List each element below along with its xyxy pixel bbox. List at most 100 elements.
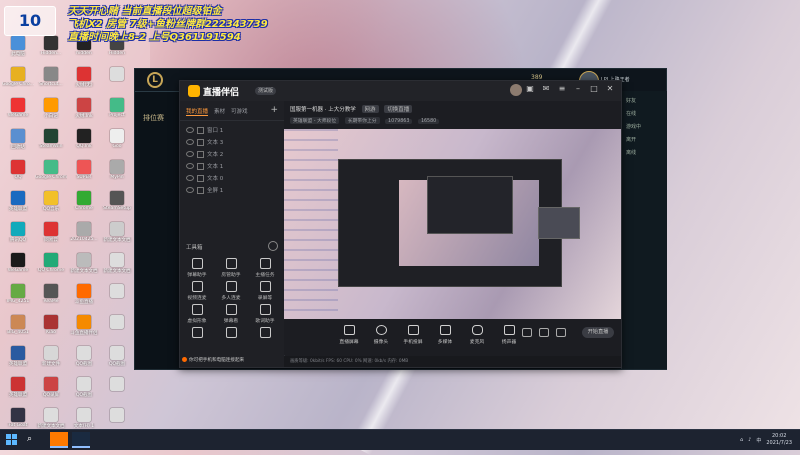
volume-icon[interactable]: ♪ [748, 437, 751, 443]
media-button[interactable]: 多媒体 [435, 325, 455, 345]
desktop-icon[interactable]: 英雄联盟 [2, 344, 34, 375]
desktop-icon[interactable]: 20210425... [68, 220, 100, 251]
tool-item[interactable]: 录屏等 [248, 279, 282, 302]
eye-icon[interactable] [186, 175, 194, 181]
start-stream-button[interactable]: 开始直播 [582, 327, 614, 338]
windows-start-icon[interactable] [6, 434, 17, 445]
tool-item[interactable]: 弹幕看 [214, 302, 248, 325]
desktop-icon[interactable]: 英雄联盟 [2, 189, 34, 220]
desktop-icon[interactable]: Goo [101, 127, 133, 158]
lol-social-item[interactable]: 离开 [626, 136, 663, 143]
lock-icon[interactable] [197, 138, 204, 146]
mail-icon[interactable]: ✉ [541, 84, 551, 94]
desktop-icon[interactable]: 新建文本文档 [101, 220, 133, 251]
eye-icon[interactable] [539, 328, 549, 337]
source-item[interactable]: 文本 0 [180, 172, 284, 184]
lock-icon[interactable] [197, 150, 204, 158]
taskbar-app-lol-icon[interactable] [72, 432, 90, 448]
desktop-icon[interactable]: QQ截图 [101, 344, 133, 375]
desktop-icon[interactable]: WeGame [2, 251, 34, 282]
screen-capture-button[interactable]: 直播屏幕 [339, 325, 359, 345]
desktop-icon[interactable]: 斗鱼直播 [68, 282, 100, 313]
tool-item[interactable] [248, 325, 282, 348]
lock-icon[interactable] [197, 174, 204, 182]
user-avatar[interactable] [510, 84, 522, 96]
tool-item[interactable]: 房管助手 [214, 256, 248, 279]
network-icon[interactable]: ⌂ [740, 437, 743, 443]
desktop-icon[interactable]: IMG_4251 [2, 282, 34, 313]
add-source-button[interactable]: + [270, 105, 278, 115]
speaker-button[interactable]: 扬声器 [499, 325, 519, 345]
desktop-icon[interactable]: BIG_4051 [2, 313, 34, 344]
desktop-icon[interactable]: QQ [2, 158, 34, 189]
lock-icon[interactable] [197, 126, 204, 134]
tool-item[interactable] [180, 325, 214, 348]
room-title-text[interactable]: 国服第一机器 · 上大分教学 [290, 107, 356, 113]
lock-icon[interactable] [197, 186, 204, 194]
eye-icon[interactable] [186, 187, 194, 193]
maximize-icon[interactable]: □ [589, 84, 599, 94]
close-icon[interactable]: ✕ [605, 84, 615, 94]
source-item[interactable]: 全屏 1 [180, 184, 284, 196]
desktop-icon[interactable]: SteamWin [35, 127, 67, 158]
desktop-icon[interactable]: Shortcut... [35, 65, 67, 96]
tab-material[interactable]: 素材 [214, 107, 225, 116]
tab-my-live[interactable]: 我的直播 [186, 107, 209, 116]
desktop-icon[interactable]: Kiao [35, 313, 67, 344]
desktop-icon[interactable]: QQ Chrome [35, 251, 67, 282]
minimize-icon[interactable]: – [573, 84, 583, 94]
settings-icon[interactable] [556, 328, 566, 337]
clock[interactable]: 20:02 2021/7/23 [766, 433, 792, 447]
desktop-icon[interactable]: QQ音乐 [35, 189, 67, 220]
menu-icon[interactable]: ≡ [557, 84, 567, 94]
lol-social-item[interactable]: 好友 [626, 97, 663, 104]
desktop-icon[interactable] [101, 65, 133, 96]
gear-icon[interactable] [268, 241, 278, 251]
search-icon[interactable]: ⌕ [27, 434, 32, 444]
gift-icon[interactable]: ▣ [525, 84, 535, 94]
desktop-icon[interactable]: 新建文本文档 [68, 251, 100, 282]
desktop-icon[interactable]: 腾讯QQ [2, 220, 34, 251]
room-category-tag[interactable]: 网游 [361, 105, 379, 113]
source-item[interactable]: 文本 3 [180, 136, 284, 148]
switch-room-button[interactable]: 切换直播 [384, 105, 413, 113]
eye-icon[interactable] [186, 151, 194, 157]
taskbar-app-douyu-icon[interactable] [50, 432, 68, 448]
source-item[interactable]: 文本 1 [180, 160, 284, 172]
desktop-icon[interactable]: 回收站 [2, 127, 34, 158]
desktop-icon[interactable]: 斗鱼直播伴侣 [68, 313, 100, 344]
desktop-icon[interactable]: Google Chro... [2, 65, 34, 96]
tool-item[interactable]: 视频连麦 [180, 279, 214, 302]
desktop-icon[interactable]: MyPin [101, 158, 133, 189]
tool-item[interactable]: 虚拟形象 [180, 302, 214, 325]
game-chip[interactable]: 英雄联盟 - 大师段位 [290, 117, 340, 124]
desktop-icon[interactable]: QQ截图 [68, 344, 100, 375]
tool-item[interactable]: 多人连麦 [214, 279, 248, 302]
stream-preview[interactable] [284, 129, 621, 319]
eye-icon[interactable] [186, 127, 194, 133]
tool-item[interactable]: 歌词助手 [248, 302, 282, 325]
streaming-app-window[interactable]: 直播伴侣 测试版 ▣ ✉ ≡ – □ ✕ 我的直播 素材 可游戏 + 窗口 1 … [179, 80, 622, 368]
tool-item[interactable] [214, 325, 248, 348]
desktop-icon[interactable]: 网易云 [35, 220, 67, 251]
desktop-icon[interactable]: 火绒(无) [68, 65, 100, 96]
desktop-icon[interactable]: WeGame [2, 96, 34, 127]
lol-social-item[interactable]: 在线 [626, 110, 663, 117]
desktop-icon[interactable]: QQ截图 [68, 375, 100, 406]
record-icon[interactable] [522, 328, 532, 337]
tab-games[interactable]: 可游戏 [231, 107, 248, 116]
source-item[interactable]: 窗口 1 [180, 124, 284, 136]
lock-icon[interactable] [197, 162, 204, 170]
desktop-icon[interactable]: SUPER [68, 158, 100, 189]
phone-cast-button[interactable]: 手机投屏 [403, 325, 423, 345]
desktop-icon[interactable]: ReaMe [35, 282, 67, 313]
lol-social-item[interactable]: 离线 [626, 149, 663, 156]
eye-icon[interactable] [186, 139, 194, 145]
desktop-icon[interactable]: Google Chrome [35, 158, 67, 189]
lol-logo-icon[interactable]: L [147, 72, 163, 88]
desktop-icon[interactable] [101, 282, 133, 313]
tool-item[interactable]: 主播任务 [248, 256, 282, 279]
desktop-icon[interactable]: Project [101, 96, 133, 127]
desktop-icon[interactable]: Chrome [68, 189, 100, 220]
desktop-icon[interactable]: 新建文件 [35, 344, 67, 375]
